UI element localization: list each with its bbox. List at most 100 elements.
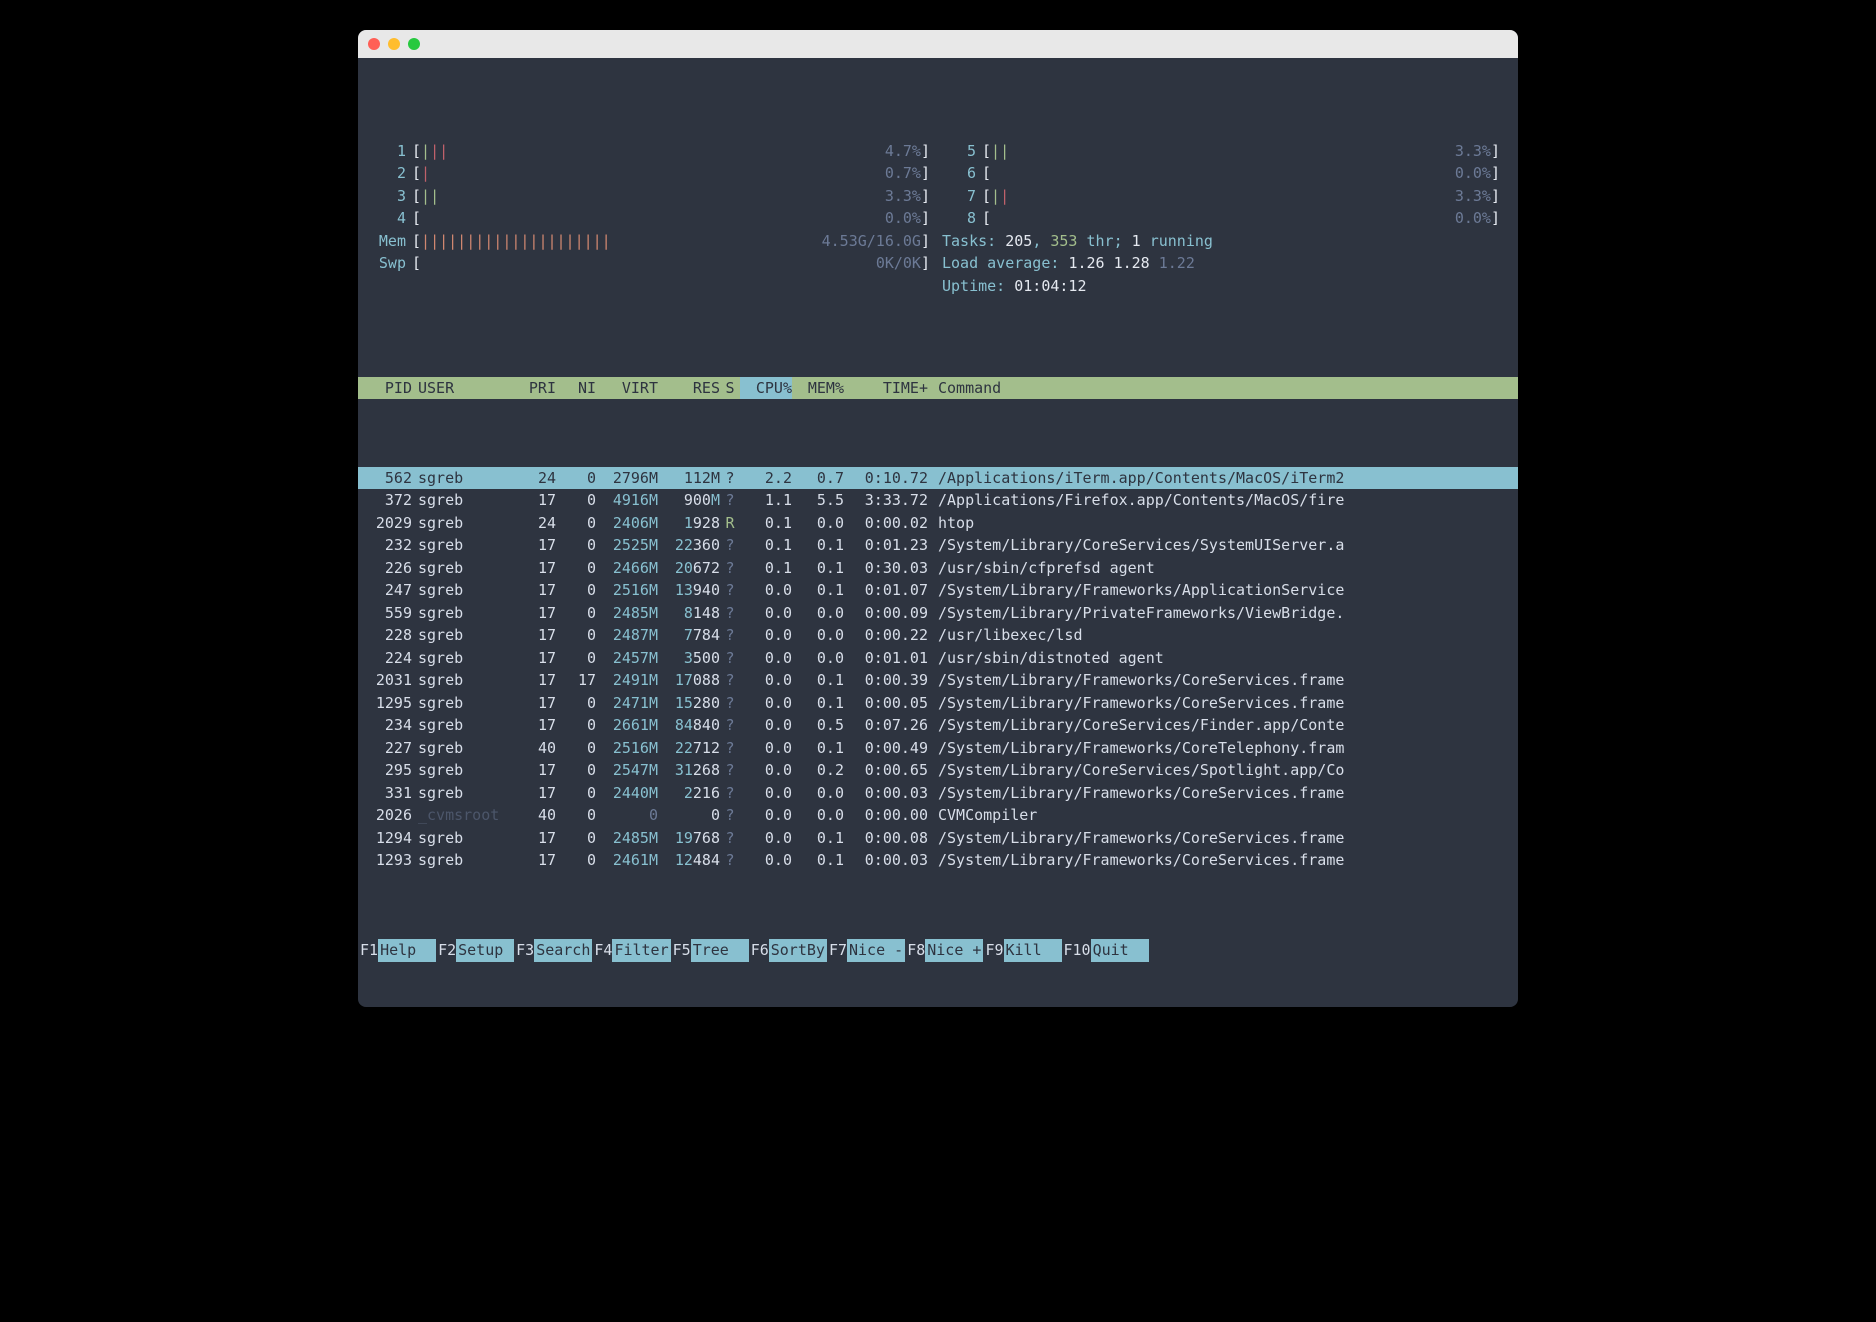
col-time[interactable]: TIME+ (844, 377, 928, 400)
process-row[interactable]: 1293 sgreb 17 0 2461M 12484 ? 0.0 0.1 0:… (358, 849, 1518, 872)
cell-pri: 17 (512, 669, 556, 692)
fkey-F9: F9 (983, 939, 1003, 962)
cell-pid: 226 (358, 557, 412, 580)
memory-meter: Mem [|||||||||||||||||||||4.53G/16.0G] (368, 230, 938, 253)
cell-virt: 2661M (596, 714, 658, 737)
close-icon[interactable] (368, 38, 380, 50)
process-table-body: 562 sgreb 24 0 2796M 112M ? 2.2 0.7 0:10… (358, 467, 1518, 872)
process-row[interactable]: 372 sgreb 17 0 4916M 900M ? 1.1 5.5 3:33… (358, 489, 1518, 512)
cell-command: /System/Library/CoreServices/Spotlight.a… (928, 759, 1516, 782)
cell-command: /System/Library/Frameworks/CoreServices.… (928, 849, 1516, 872)
col-virt[interactable]: VIRT (596, 377, 658, 400)
process-row[interactable]: 1295 sgreb 17 0 2471M 15280 ? 0.0 0.1 0:… (358, 692, 1518, 715)
col-state[interactable]: S (720, 377, 740, 400)
process-row[interactable]: 224 sgreb 17 0 2457M 3500 ? 0.0 0.0 0:01… (358, 647, 1518, 670)
col-res[interactable]: RES (658, 377, 720, 400)
cell-user: sgreb (412, 692, 512, 715)
cell-mem: 0.1 (792, 692, 844, 715)
fkey-label-F2[interactable]: Setup (456, 939, 514, 962)
cell-pid: 1294 (358, 827, 412, 850)
cell-ni: 0 (556, 534, 596, 557)
col-pri[interactable]: PRI (512, 377, 556, 400)
cell-user: sgreb (412, 602, 512, 625)
cell-command: /Applications/iTerm.app/Contents/MacOS/i… (928, 467, 1516, 490)
cell-pid: 2026 (358, 804, 412, 827)
cell-virt: 2487M (596, 624, 658, 647)
cell-pid: 1295 (358, 692, 412, 715)
process-row[interactable]: 234 sgreb 17 0 2661M 84840 ? 0.0 0.5 0:0… (358, 714, 1518, 737)
process-table-header[interactable]: PID USER PRI NI VIRT RES S CPU% MEM% TIM… (358, 377, 1518, 400)
process-row[interactable]: 331 sgreb 17 0 2440M 2216 ? 0.0 0.0 0:00… (358, 782, 1518, 805)
cpu-id: 6 (938, 162, 982, 185)
fkey-F7: F7 (827, 939, 847, 962)
tasks-line: Tasks: 205, 353 thr; 1 running (938, 230, 1508, 253)
col-mem[interactable]: MEM% (792, 377, 844, 400)
process-row[interactable]: 247 sgreb 17 0 2516M 13940 ? 0.0 0.1 0:0… (358, 579, 1518, 602)
cell-ni: 0 (556, 782, 596, 805)
cell-mem: 0.0 (792, 782, 844, 805)
cell-cpu: 0.0 (740, 782, 792, 805)
cell-res: 8148 (658, 602, 720, 625)
process-row[interactable]: 2026 _cvmsroot 40 0 0 0 ? 0.0 0.0 0:00.0… (358, 804, 1518, 827)
cell-cpu: 0.1 (740, 534, 792, 557)
fkey-label-F8[interactable]: Nice + (925, 939, 983, 962)
fkey-label-F7[interactable]: Nice - (847, 939, 905, 962)
cell-command: /usr/sbin/cfprefsd agent (928, 557, 1516, 580)
process-row[interactable]: 227 sgreb 40 0 2516M 22712 ? 0.0 0.1 0:0… (358, 737, 1518, 760)
cell-mem: 0.0 (792, 624, 844, 647)
col-ni[interactable]: NI (556, 377, 596, 400)
uptime-line: Uptime: 01:04:12 (938, 275, 1508, 298)
process-row[interactable]: 226 sgreb 17 0 2466M 20672 ? 0.1 0.1 0:3… (358, 557, 1518, 580)
htop-header: 1 [|||4.7%] 2 [|0.7%] 3 [||3.3%] 4 [0.0%… (358, 140, 1518, 310)
process-row[interactable]: 559 sgreb 17 0 2485M 8148 ? 0.0 0.0 0:00… (358, 602, 1518, 625)
cell-state: ? (720, 557, 740, 580)
load-average-line: Load average: 1.26 1.28 1.22 (938, 252, 1508, 275)
cell-state: ? (720, 647, 740, 670)
col-cpu[interactable]: CPU% (740, 377, 792, 400)
cell-virt: 2516M (596, 737, 658, 760)
fkey-label-F4[interactable]: Filter (612, 939, 670, 962)
fkey-label-F3[interactable]: Search (534, 939, 592, 962)
cell-pri: 40 (512, 804, 556, 827)
process-row[interactable]: 295 sgreb 17 0 2547M 31268 ? 0.0 0.2 0:0… (358, 759, 1518, 782)
fkey-label-F10[interactable]: Quit (1091, 939, 1149, 962)
cell-mem: 0.5 (792, 714, 844, 737)
cell-cpu: 0.0 (740, 804, 792, 827)
cell-res: 900M (658, 489, 720, 512)
fkey-F3: F3 (514, 939, 534, 962)
cell-pid: 2031 (358, 669, 412, 692)
process-row[interactable]: 232 sgreb 17 0 2525M 22360 ? 0.1 0.1 0:0… (358, 534, 1518, 557)
process-row[interactable]: 2029 sgreb 24 0 2406M 1928 R 0.1 0.0 0:0… (358, 512, 1518, 535)
zoom-icon[interactable] (408, 38, 420, 50)
cell-command: /System/Library/CoreServices/Finder.app/… (928, 714, 1516, 737)
cell-virt: 2796M (596, 467, 658, 490)
process-row[interactable]: 228 sgreb 17 0 2487M 7784 ? 0.0 0.0 0:00… (358, 624, 1518, 647)
process-row[interactable]: 2031 sgreb 17 17 2491M 17088 ? 0.0 0.1 0… (358, 669, 1518, 692)
process-row[interactable]: 562 sgreb 24 0 2796M 112M ? 2.2 0.7 0:10… (358, 467, 1518, 490)
col-user[interactable]: USER (412, 377, 512, 400)
cell-pri: 17 (512, 534, 556, 557)
cell-ni: 0 (556, 849, 596, 872)
cell-cpu: 0.0 (740, 602, 792, 625)
cell-pid: 247 (358, 579, 412, 602)
col-pid[interactable]: PID (358, 377, 412, 400)
cell-time: 0:00.02 (844, 512, 928, 535)
cell-state: ? (720, 782, 740, 805)
cell-time: 0:00.03 (844, 782, 928, 805)
cell-pri: 17 (512, 692, 556, 715)
cell-command: /System/Library/Frameworks/ApplicationSe… (928, 579, 1516, 602)
cell-res: 0 (658, 804, 720, 827)
process-row[interactable]: 1294 sgreb 17 0 2485M 19768 ? 0.0 0.1 0:… (358, 827, 1518, 850)
cell-mem: 0.0 (792, 512, 844, 535)
fkey-label-F1[interactable]: Help (378, 939, 436, 962)
cell-cpu: 1.1 (740, 489, 792, 512)
fkey-label-F6[interactable]: SortBy (769, 939, 827, 962)
cell-state: ? (720, 602, 740, 625)
cell-cpu: 2.2 (740, 467, 792, 490)
cell-pid: 295 (358, 759, 412, 782)
fkey-label-F9[interactable]: Kill (1004, 939, 1062, 962)
minimize-icon[interactable] (388, 38, 400, 50)
fkey-label-F5[interactable]: Tree (691, 939, 749, 962)
cell-virt: 2461M (596, 849, 658, 872)
col-command[interactable]: Command (928, 377, 1516, 400)
